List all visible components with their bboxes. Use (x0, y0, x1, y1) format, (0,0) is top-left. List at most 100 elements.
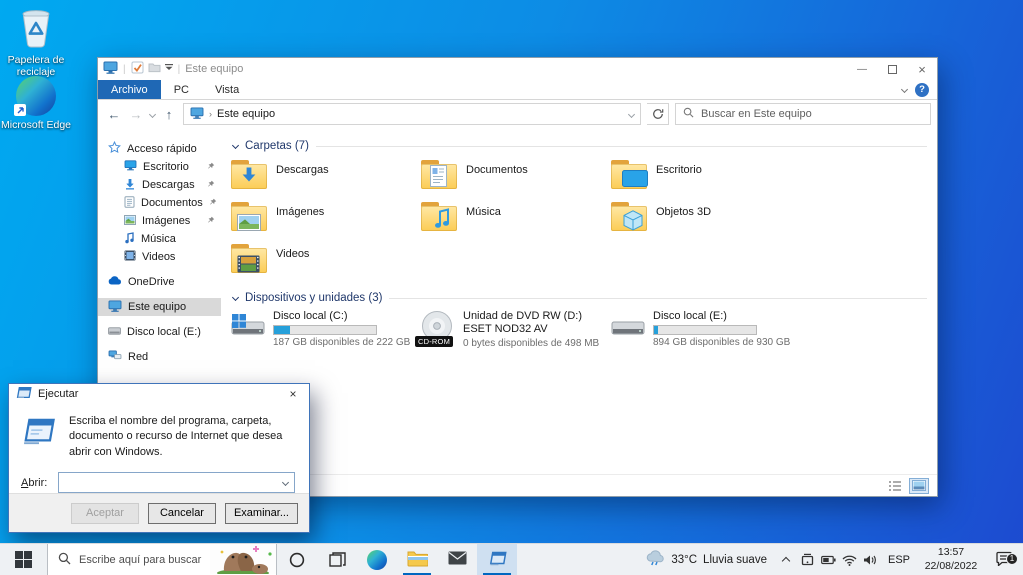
wifi-tray-icon[interactable] (839, 554, 860, 566)
volume-tray-icon[interactable] (860, 554, 881, 566)
desktop-icon-recycle-bin[interactable]: Papelera de reciclaje (0, 8, 72, 78)
folder-tile-escritorio[interactable]: Escritorio (611, 158, 801, 200)
sidebar-item-label: Este equipo (128, 301, 187, 313)
battery-tray-icon[interactable] (818, 555, 839, 565)
taskbar-search-box[interactable]: Escribe aquí para buscar (47, 544, 277, 575)
minimize-button[interactable]: — (847, 58, 877, 80)
drives-group-header[interactable]: Dispositivos y unidades (3) (231, 292, 927, 304)
desktop-folder-icon (611, 159, 648, 190)
notification-center-button[interactable]: 1 (985, 551, 1023, 569)
tab-archivo[interactable]: Archivo (98, 80, 161, 99)
customize-qat-icon[interactable] (164, 63, 173, 75)
search-placeholder: Buscar en Este equipo (701, 108, 812, 120)
start-button[interactable] (0, 544, 47, 575)
drive-tile-e[interactable]: Disco local (E:) 894 GB disponibles de 9… (611, 310, 801, 362)
taskbar-edge-button[interactable] (357, 544, 397, 575)
close-button[interactable]: × (907, 58, 937, 80)
help-icon[interactable]: ? (915, 82, 929, 97)
up-button[interactable]: ↑ (161, 107, 177, 122)
drive-tile-dvd[interactable]: CD-ROM Unidad de DVD RW (D:) ESET NOD32 … (415, 310, 611, 362)
taskbar-weather[interactable]: 33°C Lluvia suave (636, 550, 776, 569)
folder-label: Videos (276, 248, 310, 260)
sidebar-item-music[interactable]: Música (98, 230, 221, 248)
run-dialog: Ejecutar × Escriba el nombre del program… (8, 383, 310, 533)
hard-drive-icon (108, 326, 121, 338)
task-view-icon (328, 552, 346, 567)
pin-icon (207, 215, 215, 227)
sidebar-item-quick-access[interactable]: Acceso rápido (98, 140, 221, 158)
drive-tile-c[interactable]: Disco local (C:) 187 GB disponibles de 2… (231, 310, 421, 362)
folders-group-header[interactable]: Carpetas (7) (231, 140, 927, 152)
explorer-search-box[interactable]: Buscar en Este equipo (675, 103, 931, 125)
desktop-icon-label: Papelera de reciclaje (7, 54, 65, 78)
sidebar-item-label: Disco local (E:) (127, 326, 201, 338)
taskbar-mail-button[interactable] (437, 544, 477, 575)
task-view-button[interactable] (317, 544, 357, 575)
collapse-group-icon[interactable] (231, 141, 240, 149)
tray-expand-icon[interactable] (776, 555, 797, 566)
video-icon (124, 250, 136, 264)
run-dialog-message: Escriba el nombre del programa, carpeta,… (69, 414, 283, 458)
folder-tile-documentos[interactable]: Documentos (421, 158, 611, 200)
sidebar-item-onedrive[interactable]: OneDrive (98, 273, 221, 291)
display-tray-icon[interactable] (797, 553, 818, 566)
folder-tile-objetos-3d[interactable]: Objetos 3D (611, 200, 801, 242)
dialog-title: Ejecutar (38, 387, 79, 400)
tab-vista[interactable]: Vista (202, 80, 252, 99)
drive-name: Disco local (C:) (273, 310, 348, 322)
disk-usage-fill (654, 326, 659, 335)
downloads-folder-icon (231, 159, 267, 190)
browse-button[interactable]: Examinar... (224, 502, 298, 524)
recent-locations-icon[interactable] (148, 110, 157, 118)
language-indicator[interactable]: ESP (881, 554, 917, 566)
folder-tile-imagenes[interactable]: Imágenes (231, 200, 421, 242)
collapse-group-icon[interactable] (231, 293, 240, 301)
address-bar[interactable]: › Este equipo (183, 103, 641, 125)
ok-button[interactable]: Aceptar (70, 502, 139, 524)
details-view-button[interactable] (885, 478, 905, 494)
close-button[interactable]: × (277, 384, 309, 404)
download-icon (124, 178, 136, 193)
run-command-input[interactable] (59, 473, 276, 493)
refresh-button[interactable] (647, 103, 669, 125)
run-dialog-titlebar[interactable]: Ejecutar × (9, 384, 309, 404)
sidebar-item-desktop[interactable]: Escritorio (98, 158, 221, 176)
recycle-bin-icon (19, 8, 53, 51)
sidebar-item-this-pc[interactable]: Este equipo (98, 298, 221, 316)
thumbnails-view-button[interactable] (909, 477, 929, 494)
forward-button[interactable]: → (128, 107, 144, 122)
properties-icon[interactable] (131, 61, 144, 77)
run-open-combobox[interactable] (58, 472, 295, 494)
address-dropdown-icon[interactable] (627, 110, 636, 118)
sidebar-item-label: Videos (142, 251, 176, 263)
tab-pc[interactable]: PC (161, 80, 202, 99)
expand-ribbon-icon[interactable] (900, 85, 909, 94)
maximize-button[interactable] (877, 58, 907, 80)
taskbar-run-button[interactable] (477, 544, 517, 575)
combobox-dropdown-icon[interactable] (276, 479, 294, 487)
group-label: Dispositivos y unidades (3) (245, 292, 383, 304)
this-pc-icon (190, 106, 204, 122)
sidebar-item-videos[interactable]: Videos (98, 248, 221, 266)
folder-tile-musica[interactable]: Música (421, 200, 611, 242)
cancel-button[interactable]: Cancelar (147, 502, 216, 524)
desktop-folder-icon (124, 160, 137, 174)
taskbar-explorer-button[interactable] (397, 544, 437, 575)
sidebar-item-label: Imágenes (142, 215, 191, 227)
new-folder-icon[interactable] (148, 62, 161, 76)
sidebar-item-documents[interactable]: Documentos (98, 194, 221, 212)
breadcrumb[interactable]: Este equipo (217, 108, 275, 120)
desktop-icon-edge[interactable]: Microsoft Edge (0, 76, 72, 131)
search-highlight-image[interactable] (210, 544, 276, 575)
folder-tile-videos[interactable]: Videos (231, 242, 421, 284)
explorer-titlebar[interactable]: | | Este equipo — × (98, 58, 937, 80)
back-button[interactable]: ← (106, 107, 122, 122)
sidebar-item-local-disk-e[interactable]: Disco local (E:) (98, 323, 221, 341)
drive-name: Unidad de DVD RW (D:) ESET NOD32 AV (463, 310, 582, 336)
taskbar-clock[interactable]: 13:57 22/08/2022 (917, 546, 985, 572)
sidebar-item-pictures[interactable]: Imágenes (98, 212, 221, 230)
folder-tile-descargas[interactable]: Descargas (231, 158, 421, 200)
sidebar-item-network[interactable]: Red (98, 348, 221, 366)
sidebar-item-downloads[interactable]: Descargas (98, 176, 221, 194)
cortana-button[interactable] (277, 544, 317, 575)
